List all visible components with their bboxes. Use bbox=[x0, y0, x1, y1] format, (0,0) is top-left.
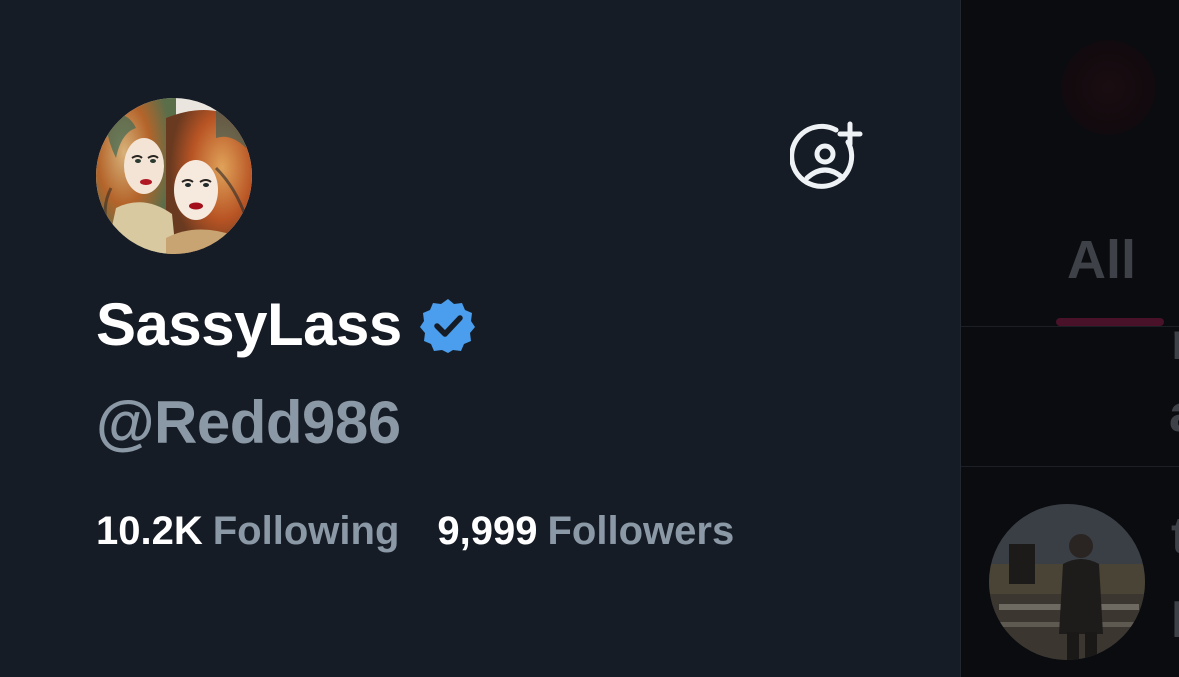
background-text-fragment: r bbox=[1171, 312, 1179, 372]
followers-count: 9,999 bbox=[437, 509, 538, 553]
background-divider bbox=[961, 466, 1179, 467]
followers-link[interactable]: 9,999 Followers bbox=[437, 505, 734, 557]
app-window: All r a t I bbox=[0, 0, 1179, 677]
add-account-icon bbox=[789, 121, 863, 189]
profile-handle: @Redd986 bbox=[96, 389, 401, 456]
following-count: 10.2K bbox=[96, 509, 203, 553]
followers-label: Followers bbox=[547, 509, 735, 553]
background-text-fragment: I bbox=[1171, 591, 1179, 649]
profile-avatar[interactable] bbox=[96, 98, 252, 254]
dimmed-background[interactable]: All r a t I bbox=[960, 0, 1179, 677]
background-tweet-avatar bbox=[989, 504, 1145, 660]
background-avatar bbox=[1061, 40, 1156, 135]
background-tab-all: All bbox=[1067, 230, 1137, 290]
profile-drawer: SassyLass @Redd986 10.2K Following 9,999… bbox=[0, 0, 960, 677]
following-link[interactable]: 10.2K Following bbox=[96, 505, 399, 557]
background-tab-indicator bbox=[1056, 318, 1164, 326]
background-text-fragment: a bbox=[1169, 384, 1179, 444]
following-label: Following bbox=[212, 509, 400, 553]
verified-badge-icon bbox=[419, 299, 475, 353]
follow-stats: 10.2K Following 9,999 Followers bbox=[96, 505, 734, 557]
display-name: SassyLass bbox=[96, 291, 402, 358]
background-text-fragment: t bbox=[1171, 506, 1179, 566]
add-account-button[interactable] bbox=[789, 120, 866, 194]
display-name-row[interactable]: SassyLass bbox=[96, 290, 476, 360]
background-divider bbox=[961, 326, 1179, 327]
